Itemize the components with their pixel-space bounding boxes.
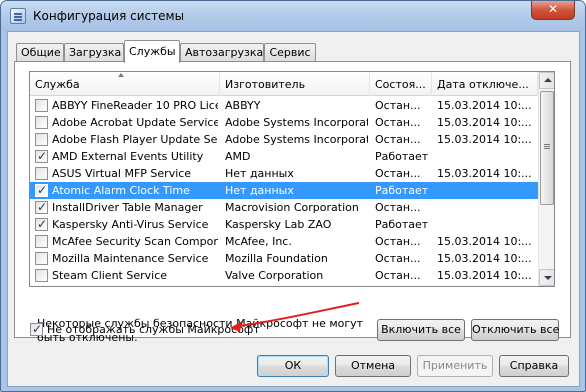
- disabled-date-cell: [437, 182, 537, 199]
- state-cell: Остан...: [375, 99, 421, 112]
- msconfig-window: Конфигурация системы ✕ Общие Загрузка Сл…: [0, 0, 586, 392]
- state-cell: Остан...: [375, 167, 421, 180]
- table-row[interactable]: Atomic Alarm Clock Time Нет данных Работае…: [30, 182, 538, 199]
- service-checkbox[interactable]: [35, 235, 48, 248]
- apply-button[interactable]: Применить: [417, 355, 493, 377]
- enable-all-button[interactable]: Включить все: [377, 319, 465, 341]
- disabled-date-cell: 15.03.2014 10:...: [437, 133, 532, 146]
- service-checkbox[interactable]: [35, 252, 48, 265]
- list-rows: ABBYY FineReader 10 PRO Licensi... ABBYY О…: [30, 97, 538, 284]
- dialog-client-area: Общие Загрузка Службы Автозагрузка Серви…: [7, 31, 580, 387]
- help-button[interactable]: Справка: [499, 355, 569, 377]
- vendor-cell: Macrovision Corporation: [225, 201, 359, 214]
- column-header-date[interactable]: Дата отключе...: [432, 72, 538, 96]
- tab-startup[interactable]: Автозагрузка: [180, 43, 264, 62]
- disable-all-button[interactable]: Отключить все: [471, 319, 559, 341]
- disabled-date-cell: 15.03.2014 10:...: [437, 167, 532, 180]
- state-cell: Остан...: [375, 235, 421, 248]
- service-checkbox[interactable]: [35, 217, 48, 231]
- disabled-date-cell: [437, 148, 537, 165]
- scroll-down-button[interactable]: [539, 269, 554, 286]
- hide-ms-services-checkbox[interactable]: [30, 322, 43, 336]
- service-checkbox[interactable]: [35, 133, 48, 146]
- service-name-cell: Mozilla Maintenance Service: [52, 252, 209, 265]
- service-checkbox[interactable]: [35, 200, 48, 214]
- cancel-button[interactable]: Отмена: [335, 355, 411, 377]
- disabled-date-cell: 15.03.2014 10:...: [437, 235, 532, 248]
- tab-boot[interactable]: Загрузка: [64, 43, 124, 62]
- vendor-cell: McAfee, Inc.: [225, 235, 292, 248]
- service-name-cell: InstallDriver Table Manager: [52, 201, 203, 214]
- vendor-cell: Adobe Systems Incorporated: [225, 133, 368, 146]
- state-cell: Работает: [375, 184, 429, 197]
- vendor-cell: Mozilla Foundation: [225, 252, 328, 265]
- table-row[interactable]: ABBYY FineReader 10 PRO Licensi... ABBYY О…: [30, 97, 538, 114]
- table-row[interactable]: McAfee Security Scan Compone... McAfee, I…: [30, 233, 538, 250]
- list-header: Служба Изготовитель Состоя... Дата отклю…: [30, 72, 538, 96]
- service-name-cell: Adobe Acrobat Update Service: [52, 116, 218, 129]
- sort-ascending-icon: [118, 73, 124, 77]
- tab-services[interactable]: Службы: [124, 40, 180, 63]
- vendor-cell: AMD: [225, 150, 251, 163]
- tab-tools[interactable]: Сервис: [264, 43, 316, 62]
- disabled-date-cell: 15.03.2014 10:...: [437, 252, 532, 265]
- services-list[interactable]: Служба Изготовитель Состоя... Дата отклю…: [29, 71, 555, 287]
- service-name-cell: Kaspersky Anti-Virus Service: [52, 218, 209, 231]
- services-tab-panel: Служба Изготовитель Состоя... Дата отклю…: [14, 61, 571, 344]
- state-cell: Остан...: [375, 133, 421, 146]
- vertical-scrollbar[interactable]: [538, 72, 554, 286]
- disabled-date-cell: 15.03.2014 10:...: [437, 269, 532, 282]
- vendor-cell: Нет данных: [225, 167, 294, 180]
- table-row[interactable]: Steam Client Service Valve Corporation Ост…: [30, 267, 538, 284]
- service-name-cell: Adobe Flash Player Update Service: [52, 133, 218, 146]
- column-header-service[interactable]: Служба: [30, 72, 220, 96]
- vendor-cell: ABBYY: [225, 99, 261, 112]
- column-header-state[interactable]: Состоя...: [370, 72, 432, 96]
- msconfig-app-icon: [10, 8, 26, 24]
- service-checkbox[interactable]: [35, 183, 48, 197]
- service-checkbox[interactable]: [35, 269, 48, 282]
- hide-ms-services-label: Не отображать службы Майкрософт: [47, 323, 260, 336]
- service-name-cell: ABBYY FineReader 10 PRO Licensi...: [52, 99, 218, 112]
- vendor-cell: Нет данных: [225, 184, 294, 197]
- state-cell: Остан...: [375, 201, 421, 214]
- title-bar[interactable]: Конфигурация системы ✕: [1, 1, 585, 31]
- service-checkbox[interactable]: [35, 167, 48, 180]
- table-row[interactable]: Adobe Acrobat Update Service Adobe System…: [30, 114, 538, 131]
- scroll-thumb[interactable]: [540, 91, 554, 205]
- scroll-up-button[interactable]: [539, 72, 554, 89]
- vendor-cell: Kaspersky Lab ZAO: [225, 218, 332, 231]
- service-name-cell: McAfee Security Scan Compone...: [52, 235, 218, 248]
- state-cell: Остан...: [375, 269, 421, 282]
- table-row[interactable]: ASUS Virtual MFP Service Нет данных Остан.…: [30, 165, 538, 182]
- column-service-label: Служба: [35, 78, 80, 91]
- table-row[interactable]: Kaspersky Anti-Virus Service Kaspersky La…: [30, 216, 538, 233]
- disabled-date-cell: [437, 216, 537, 233]
- service-checkbox[interactable]: [35, 99, 48, 112]
- service-name-cell: Steam Client Service: [52, 269, 168, 282]
- table-row[interactable]: Mozilla Maintenance Service Mozilla Found…: [30, 250, 538, 267]
- disabled-date-cell: [437, 199, 537, 216]
- table-row[interactable]: InstallDriver Table Manager Macrovision C…: [30, 199, 538, 216]
- table-row[interactable]: Adobe Flash Player Update Service Adobe S…: [30, 131, 538, 148]
- state-cell: Работает: [375, 150, 429, 163]
- vendor-cell: Adobe Systems Incorporated: [225, 116, 368, 129]
- service-checkbox[interactable]: [35, 149, 48, 163]
- disabled-date-cell: 15.03.2014 10:...: [437, 99, 532, 112]
- column-header-vendor[interactable]: Изготовитель: [220, 72, 370, 96]
- service-name-cell: ASUS Virtual MFP Service: [52, 167, 192, 180]
- window-title: Конфигурация системы: [33, 9, 185, 23]
- ok-button[interactable]: ОК: [257, 355, 329, 377]
- vendor-cell: Valve Corporation: [225, 269, 324, 282]
- state-cell: Остан...: [375, 116, 421, 129]
- service-name-cell: Atomic Alarm Clock Time: [52, 184, 190, 197]
- service-checkbox[interactable]: [35, 116, 48, 129]
- state-cell: Остан...: [375, 252, 421, 265]
- service-name-cell: AMD External Events Utility: [52, 150, 204, 163]
- table-row[interactable]: AMD External Events Utility AMD Работает: [30, 148, 538, 165]
- tab-general[interactable]: Общие: [16, 43, 64, 62]
- state-cell: Работает: [375, 218, 429, 231]
- close-button[interactable]: ✕: [531, 1, 575, 20]
- disabled-date-cell: 15.03.2014 10:...: [437, 116, 532, 129]
